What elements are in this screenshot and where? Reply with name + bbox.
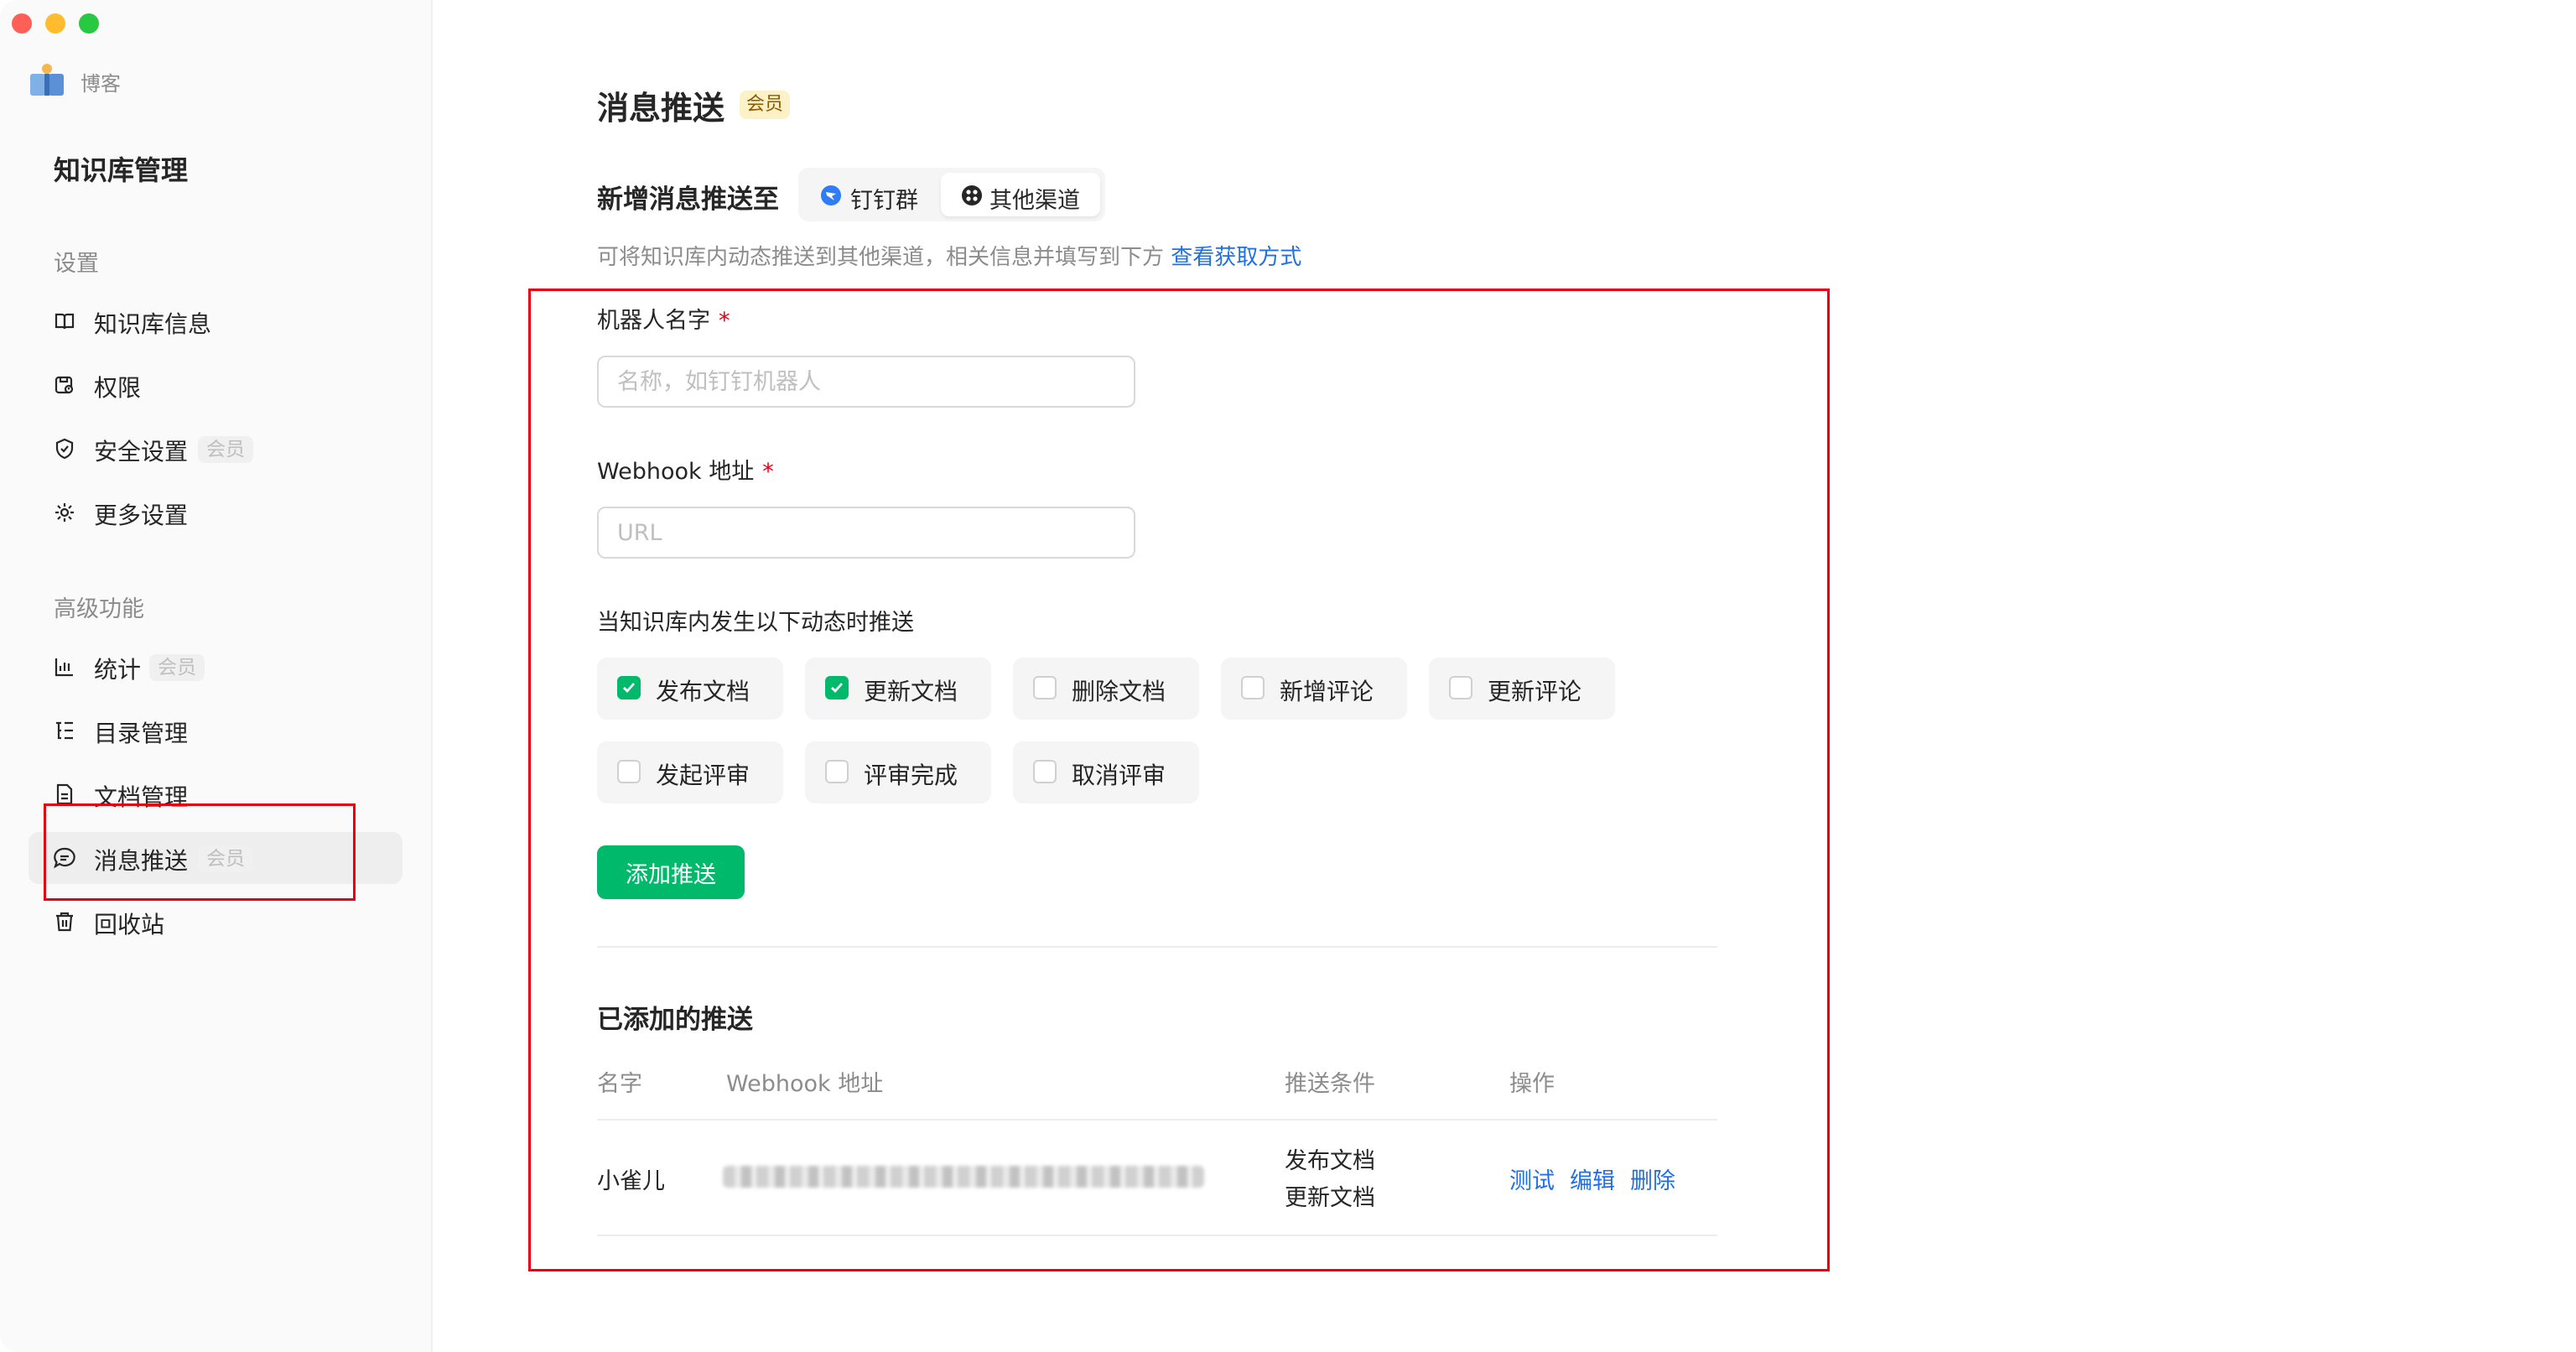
channel-option-dingtalk[interactable]: 钉钉群 [803,173,937,216]
document-icon [56,783,73,805]
sidebar-item-more-settings[interactable]: 更多设置 [29,486,402,538]
annotation-highlight-box [528,289,1830,1271]
member-badge: 会员 [149,654,205,681]
channel-option-label: 其他渠道 [989,188,1080,214]
channel-option-other[interactable]: 其他渠道 [941,173,1100,216]
channel-segmented-control: 钉钉群 其他渠道 [798,168,1105,221]
page-title: 消息推送 [597,90,725,127]
bar-chart-icon [55,658,73,677]
shield-icon [55,438,74,460]
sidebar-item-label: 安全设置 [94,438,189,465]
sidebar-item-security[interactable]: 安全设置 会员 [29,423,402,475]
sidebar-item-label: 权限 [94,374,142,402]
sidebar-item-label: 知识库信息 [94,310,212,338]
annotation-highlight-box [44,803,356,901]
channel-option-label: 钉钉群 [850,188,918,214]
knowledge-base-book-icon[interactable] [27,60,67,101]
sidebar-item-statistics[interactable]: 统计 会员 [29,641,402,693]
outline-list-icon [56,721,73,740]
app-window: 博客 知识库管理 设置 知识库信息 权限 安全设置 会员 更多设置 高级功能 统… [0,0,2576,1352]
permission-lock-icon [55,376,74,394]
gear-icon [55,503,74,522]
close-window-button[interactable] [12,13,32,34]
view-method-link[interactable]: 查看获取方式 [1171,245,1301,270]
hint-text-body: 可将知识库内动态推送到其他渠道，相关信息并填写到下方 [597,245,1165,270]
zoom-window-button[interactable] [79,13,99,34]
sidebar-item-label: 目录管理 [94,720,189,747]
sidebar-item-permissions[interactable]: 权限 [29,359,402,411]
sidebar-title: 知识库管理 [54,154,189,186]
trash-icon [56,912,73,932]
sidebar-item-label: 统计 [94,656,142,684]
group-label-settings: 设置 [54,251,99,277]
sidebar-item-label: 回收站 [94,911,165,939]
grid-dots-icon [962,185,982,205]
dingtalk-icon [821,185,841,205]
sidebar-item-kb-info[interactable]: 知识库信息 [29,295,402,347]
sidebar: 博客 知识库管理 设置 知识库信息 权限 安全设置 会员 更多设置 高级功能 统… [0,0,433,1352]
sidebar-item-label: 更多设置 [94,502,189,529]
book-icon [55,313,75,330]
sidebar-item-trash[interactable]: 回收站 [29,896,402,948]
minimize-window-button[interactable] [45,13,65,34]
member-badge: 会员 [198,436,253,463]
hint-text: 可将知识库内动态推送到其他渠道，相关信息并填写到下方 查看获取方式 [597,240,1301,271]
add-to-label: 新增消息推送至 [597,185,779,215]
knowledge-base-name[interactable]: 博客 [80,67,121,96]
member-badge: 会员 [740,91,791,119]
group-label-advanced: 高级功能 [54,596,144,622]
sidebar-item-toc[interactable]: 目录管理 [29,705,402,757]
